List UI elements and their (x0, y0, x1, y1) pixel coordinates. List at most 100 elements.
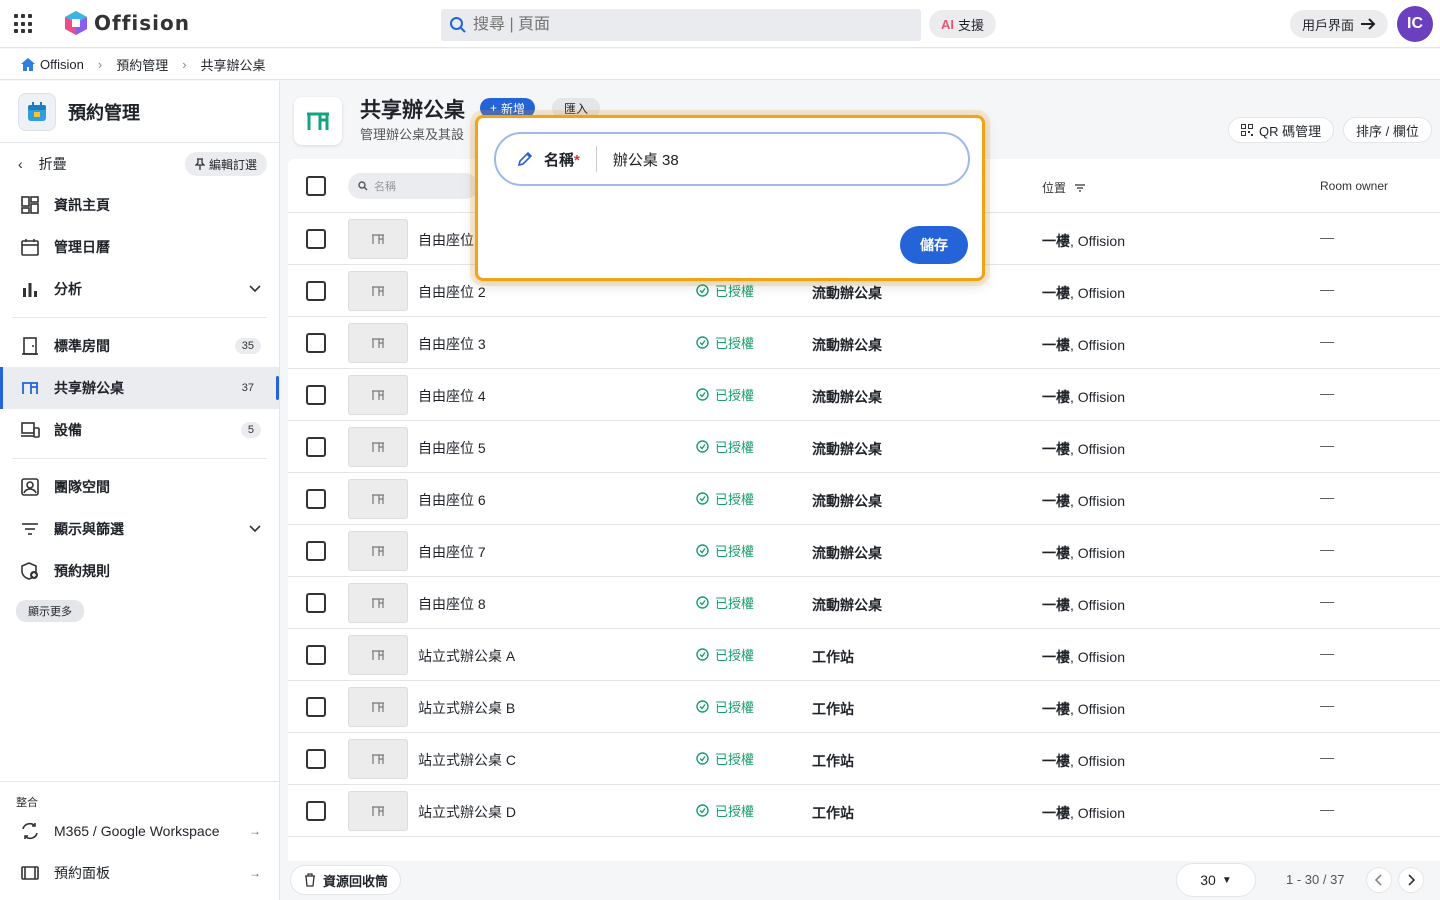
desk-name[interactable]: 自由座位 3 (418, 334, 486, 354)
desk-name[interactable]: 站立式辦公桌 D (418, 802, 516, 822)
breadcrumb: Offision › 預約管理 › 共享辦公桌 (0, 49, 1440, 80)
breadcrumb-item[interactable]: 預約管理 (116, 55, 168, 74)
search-bar[interactable] (441, 9, 921, 41)
row-checkbox[interactable] (306, 801, 326, 821)
desk-type: 流動辦公桌 (812, 285, 882, 301)
next-page-button[interactable] (1398, 867, 1424, 893)
column-room-owner[interactable]: Room owner (1320, 179, 1388, 193)
page-size-select[interactable]: 30 ▼ (1176, 863, 1256, 897)
table-row[interactable]: 自由座位 5 已授權 流動辦公桌 一樓, Offision — (288, 421, 1440, 473)
table-row[interactable]: 自由座位 3 已授權 流動辦公桌 一樓, Offision — (288, 317, 1440, 369)
user-interface-label: 用戶界面 (1302, 17, 1355, 33)
select-all-checkbox[interactable] (306, 176, 326, 196)
row-checkbox[interactable] (306, 385, 326, 405)
row-checkbox[interactable] (306, 749, 326, 769)
table-row[interactable]: 自由座位 6 已授權 流動辦公桌 一樓, Offision — (288, 473, 1440, 525)
room-owner: — (1320, 385, 1334, 401)
count-badge: 37 (234, 380, 261, 396)
sidebar-item-booking-rules[interactable]: 預約規則 (0, 550, 279, 592)
row-checkbox[interactable] (306, 541, 326, 561)
recycle-bin-button[interactable]: 資源回收筒 (290, 865, 402, 895)
room-owner: — (1320, 541, 1334, 557)
caret-down-icon: ▼ (1221, 874, 1232, 886)
desk-name[interactable]: 站立式辦公桌 C (418, 750, 516, 770)
sidebar-item-calendar[interactable]: 管理日曆 (0, 226, 279, 268)
fold-button[interactable]: ‹ 折疊 (18, 154, 67, 174)
desk-name[interactable]: 自由座位 6 (418, 490, 486, 510)
home-icon (21, 57, 35, 71)
plus-icon: + (490, 101, 498, 115)
sidebar-item-team-space[interactable]: 團隊空間 (0, 466, 279, 508)
sidebar-integrations: 整合 M365 / Google Workspace → 預約面板 → (0, 781, 279, 894)
status-text: 已授權 (715, 700, 755, 715)
add-label: 新增 (501, 101, 526, 116)
desk-name[interactable]: 自由座位 7 (418, 542, 486, 562)
row-checkbox[interactable] (306, 593, 326, 613)
ai-support-button[interactable]: AI 支援 (929, 10, 997, 38)
table-row[interactable]: 站立式辦公桌 C 已授權 工作站 一樓, Offision — (288, 733, 1440, 785)
save-button[interactable]: 儲存 (900, 226, 968, 264)
logo[interactable]: Offision (64, 10, 190, 36)
desk-thumbnail-icon (348, 583, 408, 623)
edit-pin-button[interactable]: 編輯訂選 (184, 152, 267, 176)
table-row[interactable]: 自由座位 8 已授權 流動辦公桌 一樓, Offision — (288, 577, 1440, 629)
sidebar-item-analytics[interactable]: 分析 (0, 268, 279, 310)
team-icon (21, 478, 39, 496)
sort-columns-button[interactable]: 排序 / 欄位 (1343, 117, 1432, 143)
sidebar-item-desks[interactable]: 共享辦公桌 37 (0, 367, 279, 409)
name-field-label: 名稱* (544, 151, 580, 169)
table-row[interactable]: 站立式辦公桌 D 已授權 工作站 一樓, Offision — (288, 785, 1440, 837)
table-row[interactable]: 自由座位 7 已授權 流動辦公桌 一樓, Offision — (288, 525, 1440, 577)
sidebar-item-booking-panel[interactable]: 預約面板 → (0, 852, 279, 894)
desk-location: 一樓, Offision (1042, 389, 1125, 405)
sidebar-item-dashboard[interactable]: 資訊主頁 (0, 184, 279, 226)
prev-page-button[interactable] (1366, 867, 1392, 893)
check-circle-icon (696, 700, 709, 713)
sidebar-item-label: 分析 (54, 281, 82, 297)
row-checkbox[interactable] (306, 697, 326, 717)
column-location[interactable]: 位置 (1042, 179, 1086, 196)
row-checkbox[interactable] (306, 645, 326, 665)
desk-type: 流動辦公桌 (812, 441, 882, 457)
desk-name[interactable]: 自由座位 5 (418, 438, 486, 458)
sidebar-item-label: 管理日曆 (54, 239, 110, 255)
status-badge: 已授權 (696, 593, 754, 612)
name-filter-input[interactable]: 名稱 (348, 173, 478, 199)
qr-management-button[interactable]: QR 碼管理 (1228, 117, 1335, 143)
desk-name[interactable]: 自由座位 8 (418, 594, 486, 614)
table-row[interactable]: 站立式辦公桌 B 已授權 工作站 一樓, Offision — (288, 681, 1440, 733)
desk-name[interactable]: 自由座位 2 (418, 282, 486, 302)
desk-thumbnail-icon (348, 791, 408, 831)
row-checkbox[interactable] (306, 489, 326, 509)
desk-name[interactable]: 站立式辦公桌 B (418, 698, 515, 718)
app-launcher-icon[interactable] (14, 14, 34, 34)
desk-name[interactable]: 自由座位 (418, 230, 474, 250)
search-input[interactable] (473, 16, 893, 34)
desk-name[interactable]: 自由座位 4 (418, 386, 486, 406)
user-interface-button[interactable]: 用戶界面 (1290, 10, 1389, 38)
sidebar-item-rooms[interactable]: 標準房間 35 (0, 325, 279, 367)
check-circle-icon (696, 440, 709, 453)
desk-name[interactable]: 站立式辦公桌 A (418, 646, 515, 666)
sidebar-item-label: 顯示與篩選 (54, 521, 124, 537)
table-row[interactable]: 站立式辦公桌 A 已授權 工作站 一樓, Offision — (288, 629, 1440, 681)
chevron-right-icon (1408, 874, 1415, 886)
status-badge: 已授權 (696, 437, 754, 456)
row-checkbox[interactable] (306, 333, 326, 353)
name-input[interactable] (612, 150, 913, 168)
show-more-button[interactable]: 顯示更多 (16, 600, 84, 622)
row-checkbox[interactable] (306, 281, 326, 301)
row-checkbox[interactable] (306, 229, 326, 249)
name-field[interactable]: 名稱* (494, 132, 970, 186)
table-row[interactable]: 自由座位 4 已授權 流動辦公桌 一樓, Offision — (288, 369, 1440, 421)
sidebar-item-equipment[interactable]: 設備 5 (0, 409, 279, 451)
desk-thumbnail-icon (348, 531, 408, 571)
row-checkbox[interactable] (306, 437, 326, 457)
breadcrumb-home[interactable]: Offision (20, 57, 84, 72)
pin-icon (194, 158, 205, 170)
qr-code-icon (1241, 124, 1253, 136)
sidebar-item-m365[interactable]: M365 / Google Workspace → (0, 810, 279, 852)
sidebar-item-display-filter[interactable]: 顯示與篩選 (0, 508, 279, 550)
desk-thumbnail-icon (348, 219, 408, 259)
avatar[interactable]: IC (1397, 6, 1433, 42)
